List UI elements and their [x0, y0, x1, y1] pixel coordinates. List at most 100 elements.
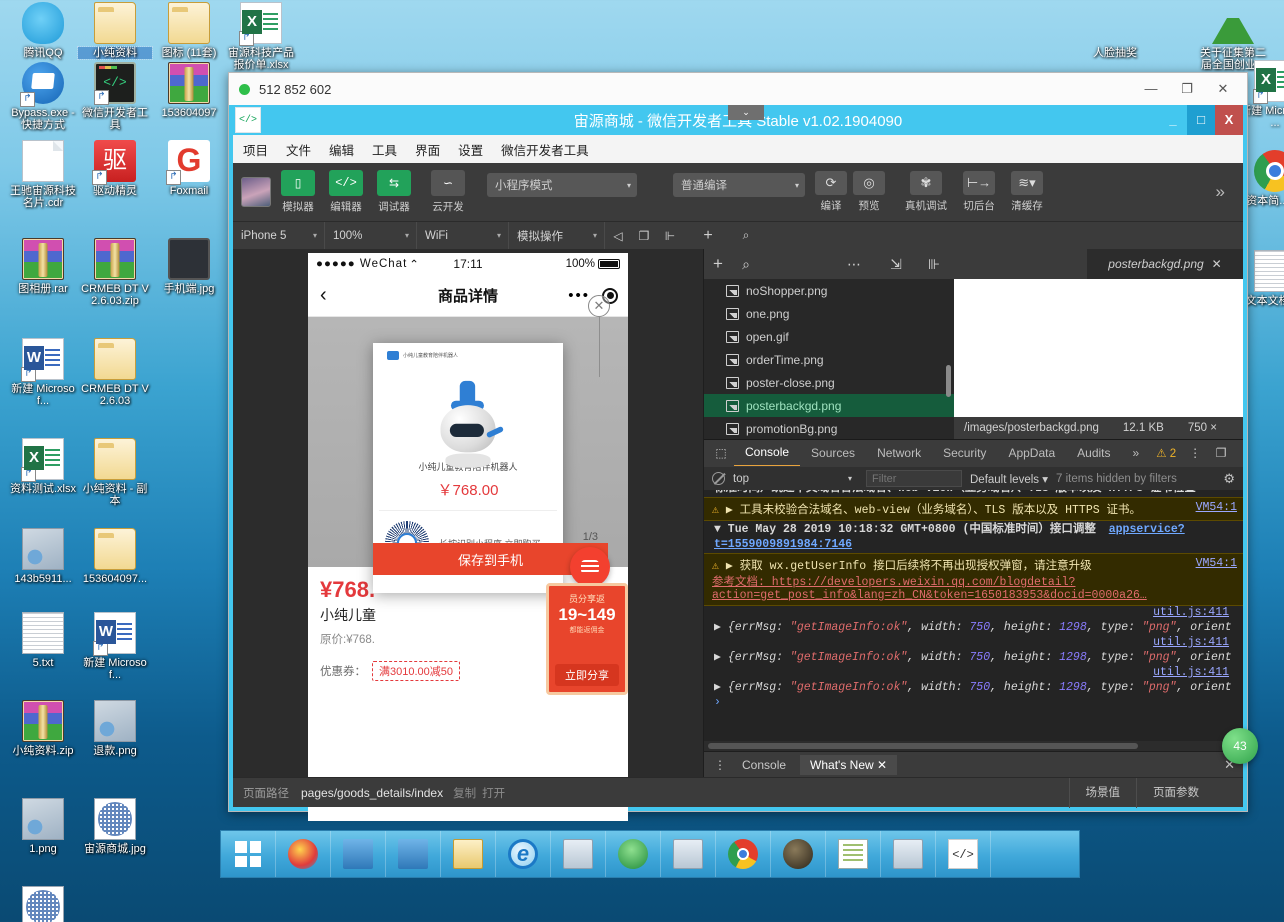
page-params-button[interactable]: 页面参数: [1136, 777, 1215, 808]
desktop-icon[interactable]: 腾讯QQ: [6, 2, 80, 59]
toolbox-taskbar[interactable]: [331, 831, 386, 877]
editor-file-tab[interactable]: posterbackgd.png ✕: [1087, 249, 1243, 279]
desktop-icon[interactable]: 微信开发者工具: [78, 62, 152, 131]
desktop-icon[interactable]: 143b5911...: [6, 528, 80, 585]
desktop-icon[interactable]: CRMEB DT V2.6.03.zip: [78, 238, 152, 307]
context-select[interactable]: top ▾: [733, 473, 858, 485]
levels-select[interactable]: Default levels ▾: [970, 472, 1048, 486]
log-source[interactable]: util.js:411: [704, 666, 1243, 679]
toolbar-simulator-button[interactable]: ▯ 模拟器: [277, 170, 319, 214]
menu-item-file[interactable]: 文件: [286, 140, 311, 159]
close-icon[interactable]: ✕: [877, 758, 887, 772]
mute-icon[interactable]: ◁: [605, 229, 631, 243]
preview-button[interactable]: ◎ 预览: [853, 171, 885, 213]
background-button[interactable]: ⊢→ 切后台: [963, 171, 995, 213]
desktop-icon[interactable]: 宙源科技产品报价单.xlsx: [224, 2, 298, 71]
desktop-icon[interactable]: 153604097...: [78, 528, 152, 585]
list-item[interactable]: open.gif: [704, 325, 954, 348]
project-avatar[interactable]: [241, 177, 271, 207]
floating-notification-badge[interactable]: 43: [1222, 728, 1258, 764]
desktop-icon[interactable]: 小纯资料 - 副本: [78, 438, 152, 507]
desktop-icon[interactable]: 手机端.jpg: [152, 238, 226, 295]
desktop-icon[interactable]: 驱动精灵: [78, 140, 152, 197]
tab-sources[interactable]: Sources: [800, 440, 866, 466]
toolbar-editor-button[interactable]: </> 编辑器: [325, 170, 367, 214]
desktop-icon[interactable]: 小纯资料.zip: [6, 700, 80, 757]
dark-taskbar[interactable]: [771, 831, 826, 877]
server-taskbar[interactable]: [661, 831, 716, 877]
console-prompt[interactable]: ›: [704, 696, 1243, 709]
warning-badge[interactable]: ⚠ 2: [1156, 446, 1176, 460]
list-item-selected[interactable]: posterbackgd.png: [704, 394, 954, 417]
copy-path-button[interactable]: 复制: [443, 785, 476, 801]
dock-side-icon[interactable]: ❐: [1208, 446, 1234, 460]
desktop-icon[interactable]: 宙源商城.jpg: [78, 798, 152, 855]
log-object[interactable]: ▶ {errMsg: "getImageInfo:ok", width: 750…: [704, 679, 1243, 696]
sigma-taskbar[interactable]: [386, 831, 441, 877]
clear-cache-button[interactable]: ≋▾ 清缓存: [1011, 171, 1043, 213]
desktop-icon[interactable]: 人脸抽奖: [1078, 2, 1152, 59]
drawer-tab-whats-new[interactable]: What's New ✕: [800, 754, 898, 775]
list-item[interactable]: one.png: [704, 302, 954, 325]
menu-item-project[interactable]: 项目: [243, 140, 268, 159]
menu-item-devtools[interactable]: 微信开发者工具: [501, 140, 589, 159]
window-icon[interactable]: ❐: [631, 229, 657, 243]
list-item[interactable]: poster-close.png: [704, 371, 954, 394]
compile-button[interactable]: ⟳ 编译: [815, 171, 847, 213]
desktop-icon[interactable]: Foxmail: [152, 140, 226, 197]
toolbar-debugger-button[interactable]: ⇆ 调试器: [373, 170, 415, 214]
desktop-icon[interactable]: 图相册.rar: [6, 238, 80, 295]
open-path-button[interactable]: 打开: [476, 785, 505, 801]
desktop-icon[interactable]: 新建 Microsof...: [78, 612, 152, 681]
desktop-icon[interactable]: 新建 Microsof...: [6, 338, 80, 407]
desktop-icon[interactable]: [6, 886, 80, 922]
more-menu-icon[interactable]: •••: [568, 287, 590, 304]
paper-taskbar[interactable]: [881, 831, 936, 877]
network-select[interactable]: WiFi ▾: [417, 221, 509, 250]
desktop-icon[interactable]: 资料测试.xlsx: [6, 438, 80, 495]
tab-console[interactable]: Console: [734, 439, 801, 467]
toolbar-clouddev-button[interactable]: ∽ 云开发: [427, 170, 469, 214]
titlebar-pulldown-handle[interactable]: ⌄: [728, 105, 764, 120]
sort-icon[interactable]: ⇲: [882, 256, 910, 273]
log-source[interactable]: util.js:411: [704, 636, 1243, 649]
drawer-menu-icon[interactable]: ⋮: [712, 758, 728, 772]
desktop-icon[interactable]: 王驰宙源科技名片.cdr: [6, 140, 80, 209]
mode-select[interactable]: 小程序模式 ▾: [487, 173, 637, 197]
log-group[interactable]: ▼ Tue May 28 2019 10:18:32 GMT+0800 (中国标…: [704, 521, 1243, 553]
notes-taskbar[interactable]: [826, 831, 881, 877]
add-file-icon[interactable]: +: [704, 254, 732, 274]
toolbar-overflow-button[interactable]: »: [1216, 182, 1235, 202]
start-button[interactable]: [221, 831, 276, 877]
operation-select[interactable]: 模拟操作 ▾: [509, 221, 605, 250]
collapse-panel-icon[interactable]: ⊪: [920, 256, 948, 273]
log-warning-extra[interactable]: 参考文档: https://developers.weixin.qq.com/b…: [712, 573, 1237, 602]
menu-item-settings[interactable]: 设置: [458, 140, 483, 159]
coupon-tag[interactable]: 满3010.00减50: [372, 661, 460, 681]
tab-network[interactable]: Network: [866, 440, 932, 466]
compile-select[interactable]: 普通编译 ▾: [673, 173, 805, 197]
log-object[interactable]: ▶ {errMsg: "getImageInfo:ok", width: 750…: [704, 649, 1243, 666]
qq-close-button[interactable]: ✕: [1205, 76, 1241, 102]
console-filter-input[interactable]: [866, 470, 962, 487]
drawer-tab-console[interactable]: Console: [732, 755, 796, 775]
list-item[interactable]: noShopper.png: [704, 279, 954, 302]
device-debug-button[interactable]: ✾ 真机调试: [905, 171, 947, 213]
log-source[interactable]: VM54:1: [1196, 501, 1237, 514]
search-icon[interactable]: ⌕: [732, 256, 760, 273]
desktop-icon[interactable]: 5.txt: [6, 612, 80, 669]
clear-console-icon[interactable]: [712, 472, 725, 485]
tab-audits[interactable]: Audits: [1066, 440, 1121, 466]
desktop-icon[interactable]: 小纯资料: [77, 2, 153, 60]
layout-icon[interactable]: ⊩: [657, 229, 683, 243]
desktop-icon[interactable]: 1.png: [6, 798, 80, 855]
inspect-element-icon[interactable]: ⬚: [708, 446, 734, 460]
share-float-button[interactable]: [570, 547, 610, 587]
desktop-icon[interactable]: 图标 (11套): [152, 2, 226, 59]
list-item[interactable]: promotionBg.png: [704, 417, 954, 439]
ie-taskbar[interactable]: [496, 831, 551, 877]
tools-taskbar[interactable]: [551, 831, 606, 877]
menu-item-tools[interactable]: 工具: [372, 140, 397, 159]
desktop-icon[interactable]: 153604097: [152, 62, 226, 119]
devtools-menu-icon[interactable]: ⋮: [1182, 446, 1208, 460]
